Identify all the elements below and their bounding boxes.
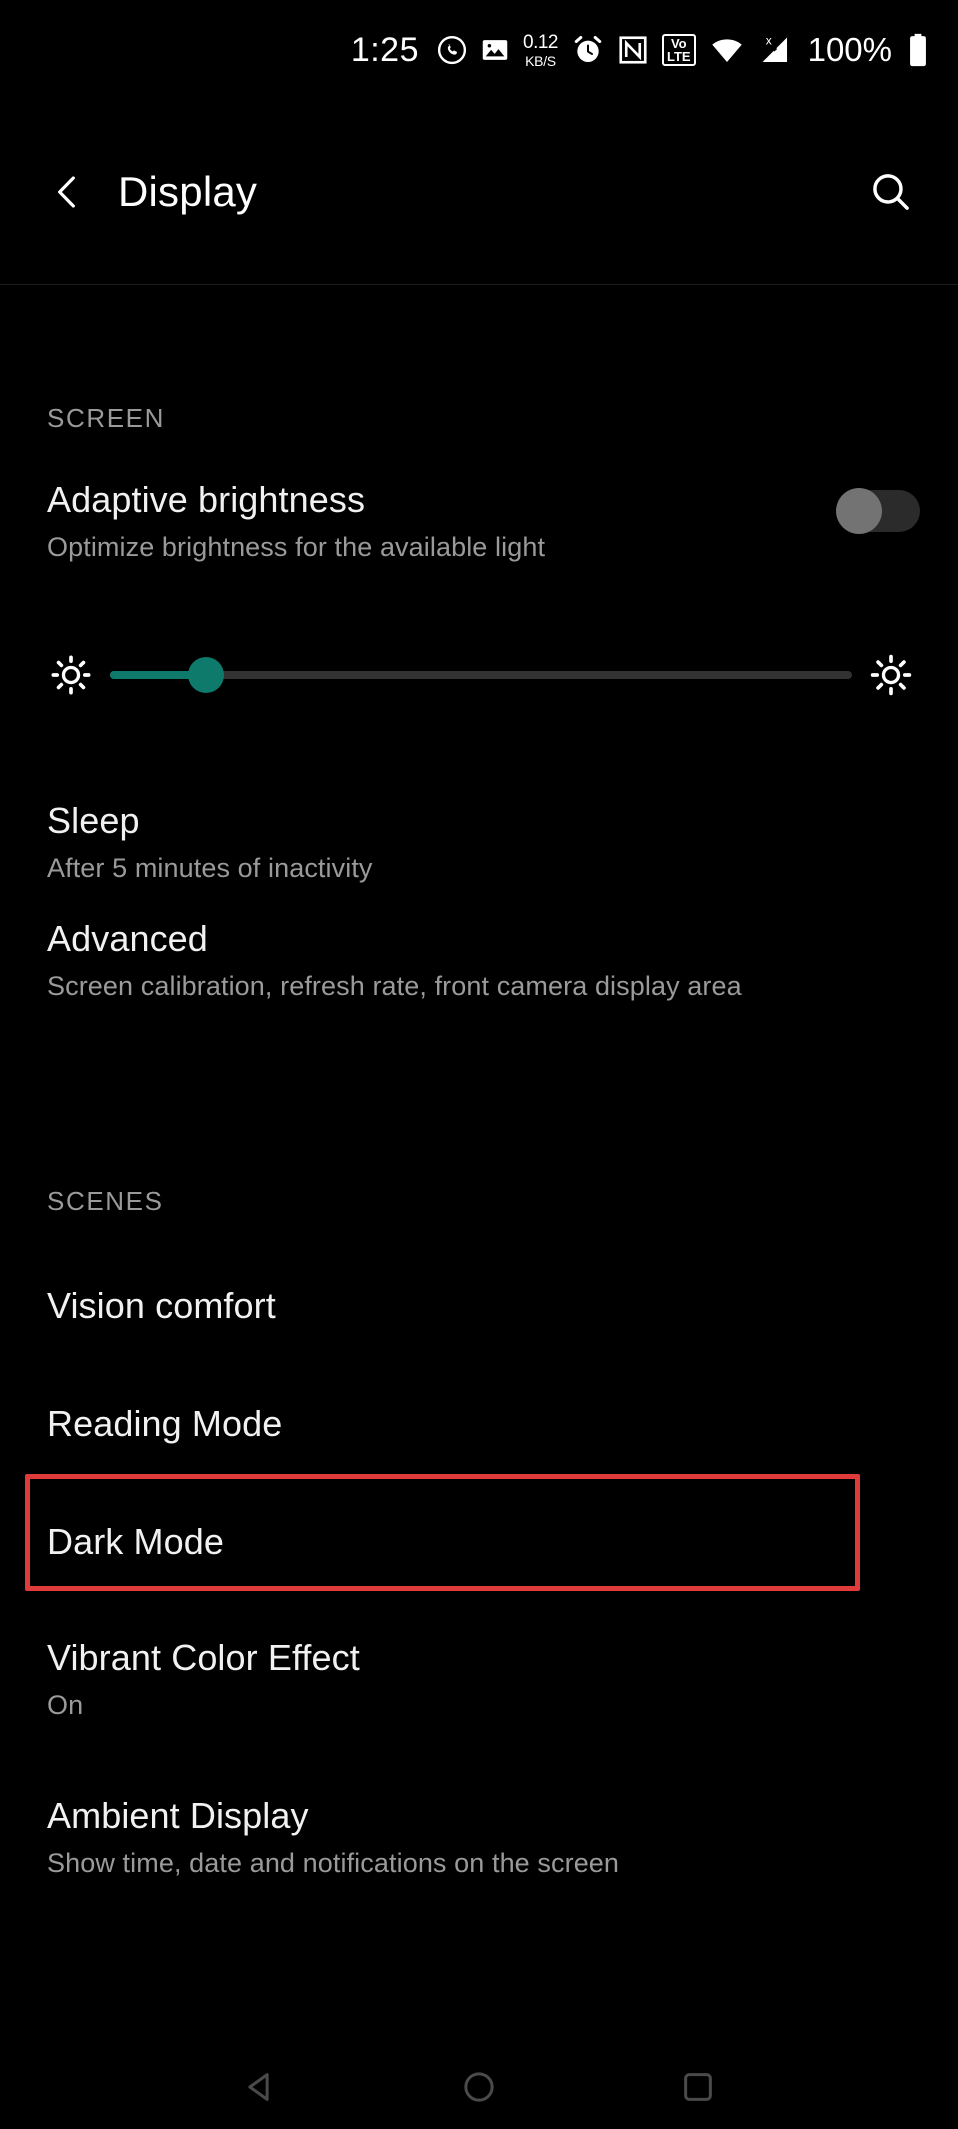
list-item-subtitle: Show time, date and notifications on the… [47, 1848, 620, 1878]
toggle-thumb [836, 488, 882, 534]
list-item-subtitle: On [47, 1690, 84, 1720]
brightness-slider-track[interactable] [110, 657, 852, 693]
search-icon[interactable] [860, 161, 922, 223]
network-speed-unit: KB/S [525, 52, 556, 69]
list-item-title: Vision comfort [47, 1285, 276, 1326]
list-item-subtitle: Screen calibration, refresh rate, front … [47, 971, 742, 1001]
nav-home-circle-icon[interactable] [444, 2052, 514, 2122]
app-bar: Display [0, 100, 958, 284]
list-item-title: Advanced [47, 918, 208, 959]
network-speed-indicator: 0.12 KB/S [523, 33, 558, 68]
list-item-sleep[interactable]: Sleep After 5 minutes of inactivity [47, 800, 373, 884]
network-speed-value: 0.12 [523, 31, 558, 53]
status-bar-clock: 1:25 [350, 30, 420, 69]
whatsapp-icon [437, 35, 467, 65]
volte-icon: Vo LTE [662, 34, 696, 66]
list-item-title: Reading Mode [47, 1403, 283, 1444]
volte-bottom-label: LTE [667, 49, 691, 64]
brightness-high-icon [870, 654, 912, 696]
settings-list: SCREEN Adaptive brightness Optimize brig… [0, 285, 958, 2045]
nav-back-triangle-icon[interactable] [225, 2052, 295, 2122]
brightness-slider-thumb[interactable] [188, 657, 225, 693]
list-item-title: Ambient Display [47, 1795, 309, 1836]
svg-text:x: x [765, 34, 771, 48]
list-item-dark-mode[interactable]: Dark Mode [47, 1521, 224, 1563]
list-item-title: Sleep [47, 800, 140, 841]
list-item-vibrant-color-effect[interactable]: Vibrant Color Effect On [47, 1637, 360, 1721]
list-item-title: Vibrant Color Effect [47, 1637, 360, 1678]
list-item-subtitle: Optimize brightness for the available li… [47, 532, 546, 562]
list-item-vision-comfort[interactable]: Vision comfort [47, 1285, 276, 1327]
page-title: Display [118, 168, 258, 215]
list-item-title: Dark Mode [47, 1521, 224, 1562]
signal-no-sim-icon: x [758, 33, 792, 67]
back-arrow-icon[interactable] [40, 164, 96, 220]
nav-recents-square-icon[interactable] [663, 2052, 733, 2122]
adaptive-brightness-toggle[interactable] [836, 488, 920, 534]
image-icon [481, 36, 509, 64]
wifi-icon [710, 33, 744, 67]
battery-full-icon [906, 33, 930, 67]
list-item-reading-mode[interactable]: Reading Mode [47, 1403, 282, 1445]
list-item-subtitle: After 5 minutes of inactivity [47, 853, 373, 883]
list-item-title: Adaptive brightness [47, 479, 366, 520]
list-item-advanced[interactable]: Advanced Screen calibration, refresh rat… [47, 918, 742, 1002]
status-bar: 1:25 0.12 KB/S Vo LTE x 100% [0, 0, 958, 100]
brightness-slider-row[interactable] [0, 645, 958, 705]
section-header-screen: SCREEN [47, 403, 165, 433]
section-header-scenes: SCENES [47, 1186, 164, 1216]
system-navigation-bar [0, 2045, 958, 2129]
list-item-adaptive-brightness[interactable]: Adaptive brightness Optimize brightness … [47, 479, 545, 563]
nfc-icon [618, 35, 648, 65]
brightness-low-icon [50, 654, 92, 696]
battery-percent-label: 100% [807, 31, 892, 68]
alarm-icon [572, 34, 604, 66]
list-item-ambient-display[interactable]: Ambient Display Show time, date and noti… [47, 1795, 619, 1879]
